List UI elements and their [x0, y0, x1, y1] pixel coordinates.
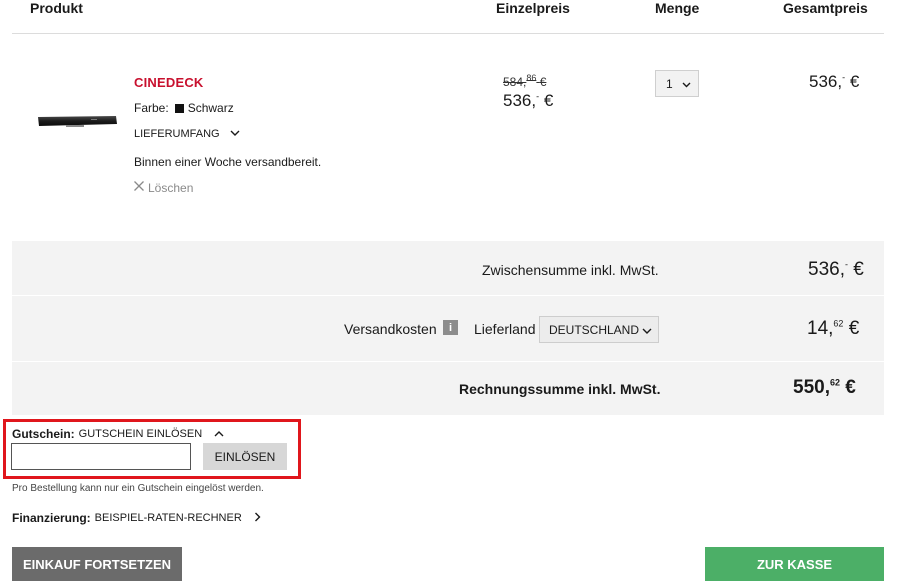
quantity-value: 1	[666, 76, 673, 91]
coupon-label: Gutschein:	[12, 427, 75, 441]
chevron-down-icon	[682, 77, 691, 91]
total-value: 550,62 €	[793, 377, 856, 398]
color-label: Farbe:	[134, 101, 169, 115]
product-image[interactable]	[36, 113, 118, 129]
redeem-coupon-button[interactable]: EINLÖSEN	[203, 443, 287, 470]
close-icon	[133, 180, 145, 195]
delete-label: Löschen	[148, 180, 194, 195]
chevron-right-icon	[254, 512, 261, 525]
quantity-select[interactable]: 1	[655, 70, 699, 97]
header-unit-price: Einzelpreis	[496, 0, 570, 16]
continue-shopping-button[interactable]: EINKAUF FORTSETZEN	[12, 547, 182, 581]
scope-toggle[interactable]: LIEFERUMFANG	[134, 128, 240, 140]
finance-link[interactable]: Finanzierung: BEISPIEL-RATEN-RECHNER	[12, 511, 261, 525]
availability-text: Binnen einer Woche versandbereit.	[134, 155, 322, 169]
header-product: Produkt	[30, 0, 83, 16]
header-divider	[12, 33, 884, 34]
subtotal-label: Zwischensumme inkl. MwSt.	[482, 262, 659, 278]
product-color: Farbe: Schwarz	[134, 101, 234, 115]
product-brand[interactable]: CINEDECK	[134, 75, 204, 90]
old-price: 584,86 €	[503, 73, 547, 90]
coupon-action: GUTSCHEIN EINLÖSEN	[78, 428, 203, 440]
color-value: Schwarz	[187, 101, 234, 115]
line-total: 536,- €	[809, 72, 860, 91]
delete-button[interactable]: Löschen	[133, 180, 193, 195]
total-label: Rechnungssumme inkl. MwSt.	[459, 381, 661, 397]
coupon-note: Pro Bestellung kann nur ein Gutschein ei…	[12, 483, 264, 494]
info-icon[interactable]: i	[443, 320, 458, 335]
chevron-up-icon	[214, 428, 224, 440]
color-swatch	[174, 103, 184, 113]
shipping-value: 14,62 €	[807, 318, 860, 339]
subtotal-row	[12, 241, 884, 295]
coupon-input[interactable]	[11, 443, 191, 470]
shipping-label: Versandkosten	[344, 321, 437, 337]
country-select[interactable]: DEUTSCHLAND	[539, 316, 659, 343]
unit-price: 536,- €	[503, 91, 554, 110]
chevron-down-icon	[230, 128, 240, 140]
header-quantity: Menge	[655, 0, 700, 16]
coupon-toggle[interactable]: Gutschein: GUTSCHEIN EINLÖSEN	[12, 427, 224, 441]
country-value: DEUTSCHLAND	[549, 322, 640, 337]
chevron-down-icon	[642, 323, 652, 337]
checkout-button[interactable]: ZUR KASSE	[705, 547, 884, 581]
finance-action: BEISPIEL-RATEN-RECHNER	[94, 512, 242, 524]
finance-label: Finanzierung:	[12, 511, 91, 525]
scope-label: LIEFERUMFANG	[134, 128, 220, 140]
total-row	[12, 362, 884, 415]
country-label: Lieferland	[474, 321, 536, 337]
header-total-price: Gesamtpreis	[783, 0, 868, 16]
subtotal-value: 536,- €	[808, 259, 864, 280]
